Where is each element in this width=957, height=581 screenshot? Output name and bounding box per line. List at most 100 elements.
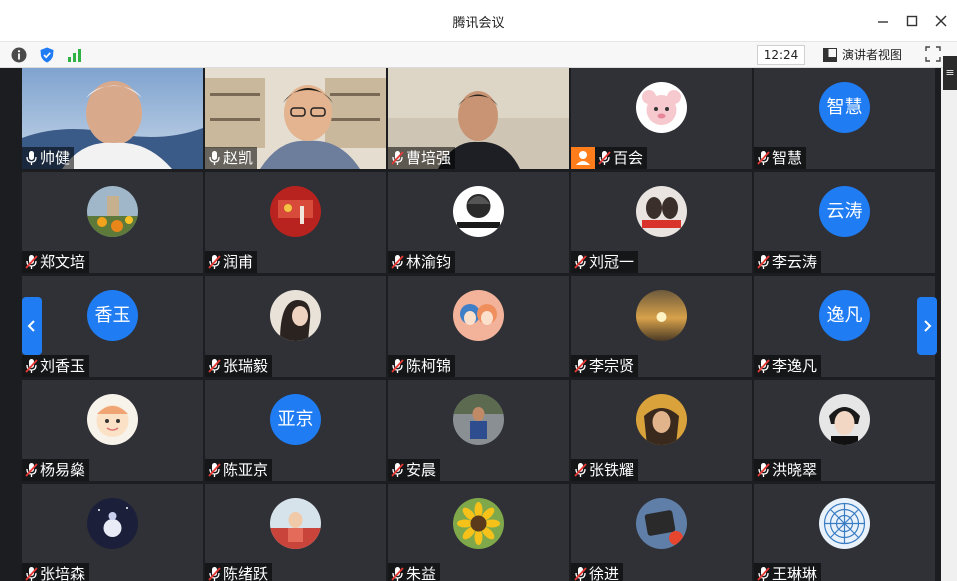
participant-name-tag: 李宗贤 [571,355,639,377]
microphone-muted-icon [757,255,770,269]
participant-name-tag: 洪晓翠 [754,459,822,481]
participant-avatar: 香玉 [87,290,138,341]
participant-name-tag: 朱益 [388,563,441,581]
maximize-icon[interactable] [903,12,921,30]
participant-tile[interactable]: 润甫 [205,172,386,273]
participant-tile[interactable]: 洪晓翠 [754,380,935,481]
participant-tile[interactable]: 安晨 [388,380,569,481]
participant-name-tag: 赵凯 [205,147,258,169]
host-badge [571,147,595,169]
microphone-muted-icon [208,255,221,269]
participant-name-tag: 张瑞毅 [205,355,273,377]
info-icon[interactable] [10,46,28,64]
participant-tile[interactable]: 李宗贤 [571,276,752,377]
microphone-muted-icon [391,359,404,373]
microphone-muted-icon [757,359,770,373]
participant-avatar [453,290,504,341]
participant-tile[interactable]: 智慧 智慧 [754,68,935,169]
participant-tile[interactable]: 百会 [571,68,752,169]
participant-avatar [636,186,687,237]
next-page-button[interactable] [917,297,937,355]
host-person-icon [576,151,590,165]
participant-tile[interactable]: 赵凯 [205,68,386,169]
participant-avatar: 云涛 [819,186,870,237]
participant-avatar [819,394,870,445]
close-icon[interactable] [932,12,950,30]
participant-name-tag: 林渝钧 [388,251,456,273]
participant-name-tag: 李逸凡 [754,355,822,377]
participant-tile[interactable]: 郑文培 [22,172,203,273]
participant-avatar [636,290,687,341]
participant-name-tag: 润甫 [205,251,258,273]
participant-tile[interactable]: 杨易燊 [22,380,203,481]
side-panel-tab[interactable]: ≡ [943,56,957,90]
microphone-muted-icon [25,567,38,581]
participant-avatar [636,82,687,133]
microphone-muted-icon [574,255,587,269]
participant-name-tag: 刘冠一 [571,251,639,273]
presenter-view-icon [823,48,837,62]
participant-name-tag: 王琳琳 [754,563,822,581]
microphone-muted-icon [25,255,38,269]
microphone-on-icon [26,151,37,165]
participant-avatar [87,186,138,237]
participant-tile[interactable]: 陈绪跃 [205,484,386,581]
participant-tile[interactable]: 朱益 [388,484,569,581]
participant-name-tag: 帅健 [22,147,75,169]
microphone-muted-icon [208,567,221,581]
microphone-muted-icon [208,463,221,477]
participant-tile[interactable]: 逸凡 李逸凡 [754,276,935,377]
participant-tile[interactable]: 林渝钧 [388,172,569,273]
participant-tile[interactable]: 王琳琳 [754,484,935,581]
meeting-clock: 12:24 [757,45,805,65]
participant-tile[interactable]: 亚京 陈亚京 [205,380,386,481]
side-panel-edge: ≡ [941,56,957,581]
participant-tile[interactable]: 刘冠一 [571,172,752,273]
participant-avatar [453,186,504,237]
security-shield-icon[interactable] [38,46,56,64]
previous-page-button[interactable] [22,297,42,355]
microphone-muted-icon [391,151,404,165]
participant-avatar [270,186,321,237]
microphone-muted-icon [757,463,770,477]
microphone-muted-icon [208,359,221,373]
participant-tile[interactable]: 云涛 李云涛 [754,172,935,273]
participant-avatar [819,498,870,549]
participant-name-tag: 刘香玉 [22,355,90,377]
participant-avatar [87,394,138,445]
presenter-view-button[interactable]: 演讲者视图 [820,45,910,65]
minimize-icon[interactable] [874,12,892,30]
participant-tile[interactable]: 张瑞毅 [205,276,386,377]
participant-avatar [270,290,321,341]
participant-name-tag: 张培森 [22,563,90,581]
microphone-muted-icon [574,463,587,477]
participant-avatar: 亚京 [270,394,321,445]
microphone-muted-icon [574,359,587,373]
participant-avatar: 智慧 [819,82,870,133]
participant-name-tag: 曹培强 [388,147,456,169]
microphone-muted-icon [391,567,404,581]
fullscreen-icon[interactable] [925,46,941,62]
microphone-muted-icon [757,567,770,581]
participant-tile[interactable]: 徐进 [571,484,752,581]
microphone-muted-icon [757,151,770,165]
microphone-on-icon [209,151,220,165]
participant-avatar: 逸凡 [819,290,870,341]
participant-tile[interactable]: 帅健 [22,68,203,169]
microphone-muted-icon [391,255,404,269]
participant-avatar [87,498,138,549]
participant-tile[interactable]: 陈柯锦 [388,276,569,377]
participant-tile[interactable]: 香玉 刘香玉 [22,276,203,377]
participant-name-tag: 李云涛 [754,251,822,273]
signal-strength-icon[interactable] [66,46,84,64]
participant-name-tag: 郑文培 [22,251,90,273]
participant-tile[interactable]: 张培森 [22,484,203,581]
participant-name-tag: 张铁耀 [571,459,639,481]
chevron-right-icon [924,320,932,332]
participant-tile[interactable]: 曹培强 [388,68,569,169]
participant-avatar [270,498,321,549]
participant-name-tag: 百会 [595,147,648,169]
participant-name-tag: 杨易燊 [22,459,90,481]
participant-tile[interactable]: 张铁耀 [571,380,752,481]
participant-name-tag: 徐进 [571,563,624,581]
